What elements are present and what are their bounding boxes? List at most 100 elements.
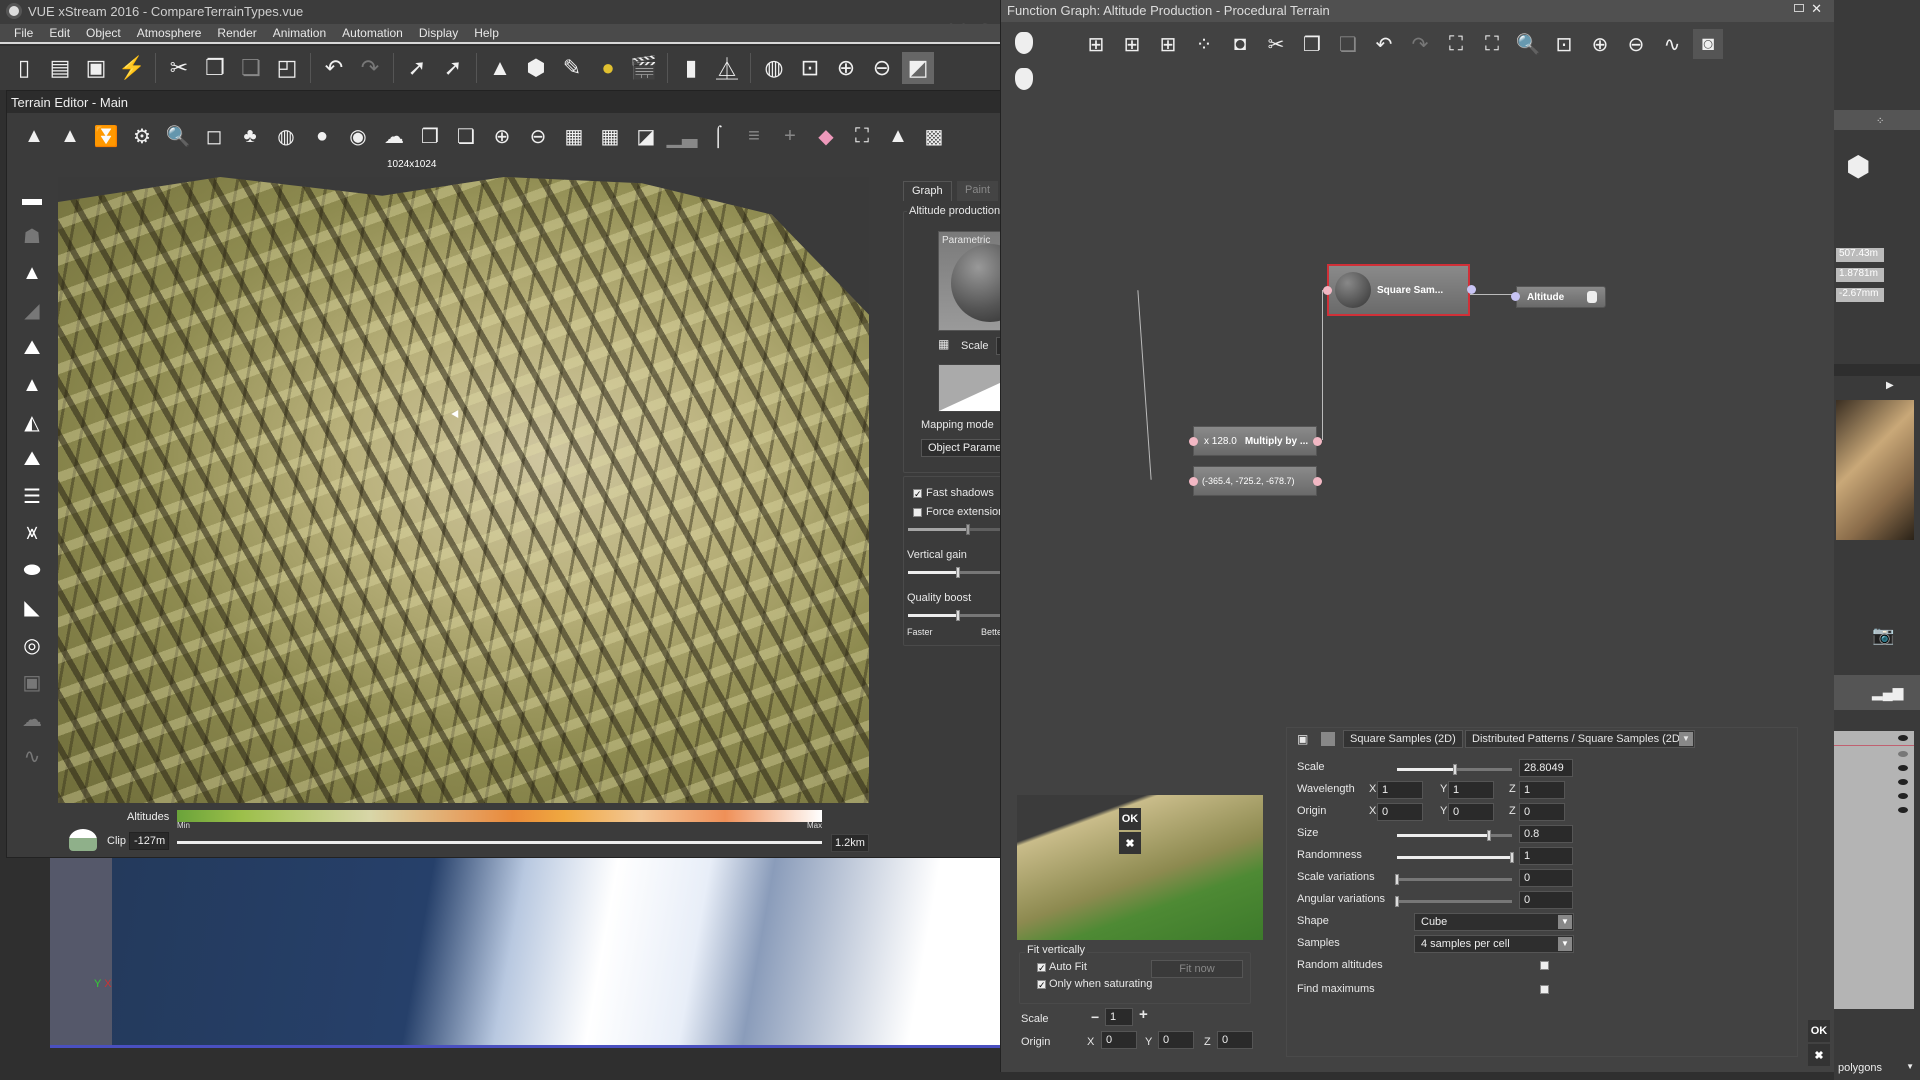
dunes-icon[interactable]: ⛰ [17,445,47,474]
polygons-dropdown[interactable]: polygons ▼ [1834,1058,1920,1080]
light-icon[interactable]: ◻ [199,121,229,151]
eroded-icon[interactable]: ◎ [17,631,47,660]
select-icon[interactable]: ➚ [401,52,433,84]
redo-icon[interactable]: ↷ [1405,29,1435,59]
paste-icon[interactable]: ❏ [235,52,267,84]
paint-icon[interactable]: ✎ [556,52,588,84]
river-icon[interactable]: ∿ [17,742,47,771]
zoom-out-icon[interactable]: ⊖ [1621,29,1651,59]
plants-icon[interactable]: ♣ [235,121,265,151]
wavelength-y[interactable]: 1 [1448,781,1494,799]
randomness-value-field[interactable]: 1 [1519,847,1573,865]
zoom-region-icon[interactable]: ⊡ [794,52,826,84]
multiply-node[interactable]: x 128.0 Multiply by ... [1193,426,1317,456]
paste-icon[interactable]: ❏ [451,121,481,151]
props-ok-button[interactable]: OK [1808,1020,1830,1042]
undo-icon[interactable]: ↶ [318,52,350,84]
eye-icon[interactable] [1898,807,1908,813]
find-maximums-checkbox[interactable] [1540,985,1549,994]
object-icon[interactable]: ⬢ [520,52,552,84]
node-color-swatch[interactable] [1321,732,1335,746]
terrace-icon[interactable]: ☰ [17,482,47,511]
preview-scale-input[interactable]: 1 [1105,1008,1133,1026]
menu-object[interactable]: Object [82,24,133,42]
props-cancel-button[interactable]: ✖ [1808,1044,1830,1066]
fit-icon[interactable]: ⛶ [847,121,877,151]
input-port[interactable] [1189,477,1198,486]
tab-graph[interactable]: Graph [903,181,952,201]
zoom-in-icon[interactable]: ⊕ [830,52,862,84]
input-port[interactable] [1189,437,1198,446]
output-port[interactable] [1313,477,1322,486]
fit-now-button[interactable]: Fit now [1151,960,1243,978]
node-type-dropdown[interactable]: Distributed Patterns / Square Samples (2… [1465,730,1695,748]
graph-ok-button[interactable]: OK [1119,808,1141,830]
preview-origin-y[interactable]: 0 [1158,1031,1194,1049]
node-icon[interactable]: ▣ [1297,732,1308,746]
close-icon[interactable]: ✕ [1811,1,1822,17]
extension-slider[interactable] [908,524,1008,535]
vertical-gain-slider[interactable] [908,567,1008,578]
flatten-icon[interactable]: ◆ [811,121,841,151]
wavelength-z[interactable]: 1 [1519,781,1565,799]
load-terrain-icon[interactable]: ▲ [55,121,85,151]
altitude-gradient[interactable] [177,810,822,822]
2d-icon[interactable]: ▲ [883,121,913,151]
sphere-texture-icon[interactable]: ◉ [343,121,373,151]
duplicate-icon[interactable]: ◰ [271,52,303,84]
samples-dropdown[interactable]: 4 samples per cell ▼ [1414,935,1574,953]
menu-automation[interactable]: Automation [338,24,415,42]
tab-paint[interactable]: Paint [957,181,999,201]
fit-icon[interactable]: ⛶ [1441,29,1471,59]
plateau-icon[interactable]: ⬬ [17,556,47,585]
zoom-icon[interactable]: 🔍 [1513,29,1543,59]
menu-animation[interactable]: Animation [269,24,338,42]
curve-icon[interactable]: ⌠ [703,121,733,151]
flat-icon[interactable]: ▬ [17,185,47,214]
rock-icon[interactable]: ☗ [17,222,47,251]
force-extension-checkbox[interactable] [913,508,922,517]
zoom-out-icon[interactable]: ⊖ [523,121,553,151]
shrink-icon[interactable]: ▦ [559,121,589,151]
scale-variations-slider[interactable] [1395,874,1512,885]
terrain-settings-icon[interactable]: ⚙ [127,121,157,151]
cut-icon[interactable]: ✂ [163,52,195,84]
lock-icon[interactable] [1015,68,1033,90]
fast-shadows-checkbox[interactable]: ✓ [913,489,922,499]
cut-icon[interactable]: ✂ [1261,29,1291,59]
terrain-icon[interactable]: ▲ [484,52,516,84]
maximize-icon[interactable] [1794,4,1804,12]
coordinate-z[interactable]: -2.67mm [1836,288,1884,302]
scale-variations-field[interactable]: 0 [1519,869,1573,887]
altitude-node[interactable]: Altitude [1516,286,1606,308]
materials-icon[interactable]: ● [592,52,624,84]
wavelength-x[interactable]: 1 [1377,781,1423,799]
preview-origin-x[interactable]: 0 [1101,1031,1137,1049]
zoom-icon[interactable]: 🔍 [163,121,193,151]
save-icon[interactable]: ▣ [80,52,112,84]
align-icon[interactable]: ▮ [675,52,707,84]
cloud-icon[interactable]: ☁ [17,705,47,734]
bar-chart-icon[interactable]: ▂▄▆ [1872,684,1903,701]
redo-icon[interactable]: ↷ [354,52,386,84]
copy-icon[interactable]: ❐ [199,52,231,84]
shape-dropdown[interactable]: Cube ▼ [1414,913,1574,931]
random-altitudes-checkbox[interactable] [1540,961,1549,970]
zoom-in-icon[interactable]: ⊕ [1585,29,1615,59]
quality-boost-slider[interactable] [908,610,1008,621]
curve-icon[interactable]: ∿ [1657,29,1687,59]
randomness-slider[interactable] [1397,852,1514,863]
camera-preview[interactable] [1836,400,1914,540]
copy-icon[interactable]: ❐ [415,121,445,151]
eye-icon[interactable] [1898,765,1908,771]
lock-icon[interactable] [1015,32,1033,54]
eye-icon[interactable] [1898,779,1908,785]
coordinate-y[interactable]: 1.8781m [1836,268,1884,282]
square-samples-node[interactable]: Square Sam... [1327,264,1470,316]
crater-icon[interactable]: ◣ [17,593,47,622]
origin-x[interactable]: 0 [1377,803,1423,821]
menu-help[interactable]: Help [470,24,511,42]
menu-file[interactable]: File [10,24,45,42]
input-port[interactable] [1323,286,1332,295]
vector-node[interactable]: (-365.4, -725.2, -678.7) [1193,466,1317,496]
